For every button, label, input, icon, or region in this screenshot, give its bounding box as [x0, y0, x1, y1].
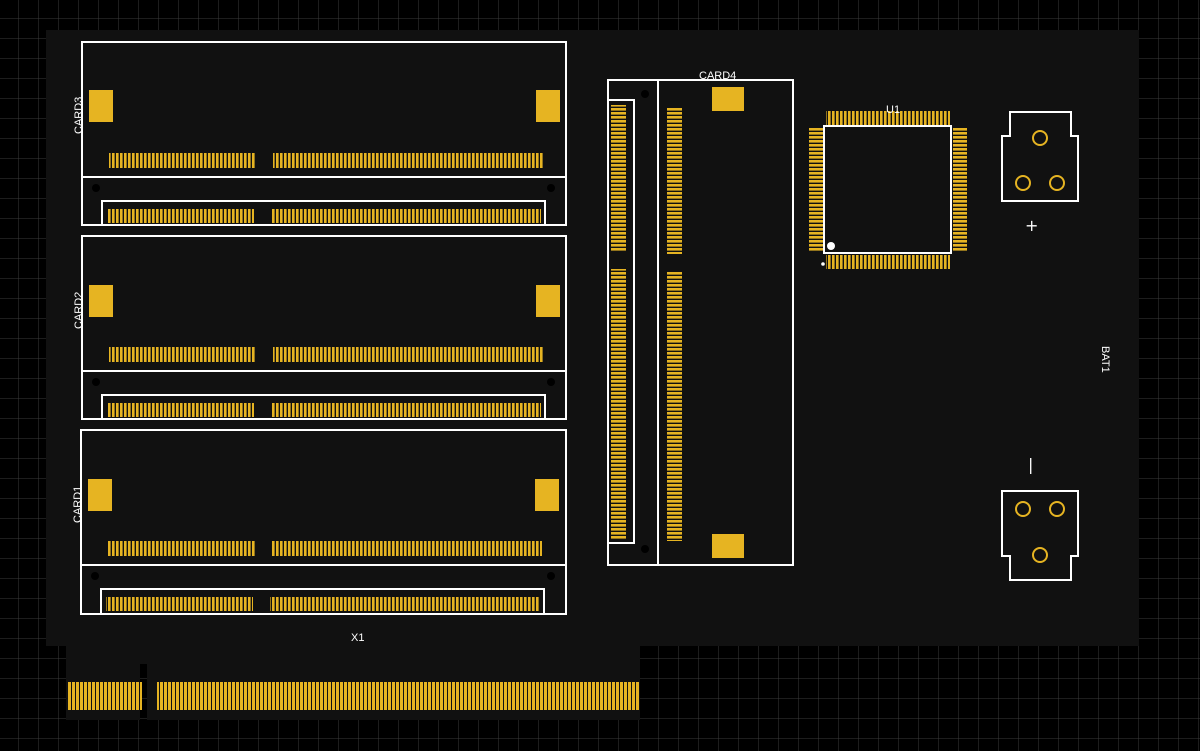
card4-mount-hole-bottom	[641, 545, 649, 553]
card2-label: CARD2	[73, 292, 85, 329]
u1-pin1-marker	[827, 242, 835, 250]
card1-pin-row-bottom-b	[270, 597, 540, 611]
u1-label: U1	[886, 104, 900, 116]
card2-pin-row-bottom-b	[271, 403, 541, 417]
card4-pin-col-left-a	[611, 105, 626, 252]
card1-pin-row-bottom-a	[106, 597, 253, 611]
u1-pins-left	[809, 128, 823, 252]
card2-mount-hole-right	[547, 378, 555, 386]
card3-pin-row-top-a	[109, 153, 256, 168]
card3-mount-hole-right	[547, 184, 555, 192]
card2-mount-hole-left	[92, 378, 100, 386]
card4-pin-col-right-b	[667, 271, 682, 541]
card3-latch-pad-left	[89, 90, 113, 122]
u1-pins-bottom	[826, 255, 950, 269]
card4-pin-col-right-a	[667, 107, 682, 254]
u1-pins-right	[953, 128, 967, 252]
card1-latch-pad-left	[88, 479, 112, 511]
card1-label: CARD1	[72, 486, 84, 523]
card1-latch-pad-right	[535, 479, 559, 511]
bat1-minus-symbol: |	[1028, 455, 1033, 474]
pcb-board	[46, 30, 1139, 720]
bat1-plus-symbol: +	[1025, 216, 1038, 235]
card4-label: CARD4	[699, 70, 736, 82]
card3-pin-row-top-b	[273, 153, 543, 168]
card3-label: CARD3	[73, 97, 85, 134]
u1-pin1-dot	[821, 262, 825, 266]
card2-pin-row-top-a	[109, 347, 256, 362]
card3-mount-hole-left	[92, 184, 100, 192]
u1-chip[interactable]: U1	[809, 104, 967, 269]
card1-mount-hole-left	[91, 572, 99, 580]
card4-pin-col-left-b	[611, 269, 626, 539]
card1-mount-hole-right	[547, 572, 555, 580]
card3-pin-row-bottom-a	[107, 209, 254, 223]
card4-latch-pad-top	[712, 87, 744, 111]
card4-latch-pad-bottom	[712, 534, 744, 558]
card2-pin-row-bottom-a	[107, 403, 254, 417]
x1-label: X1	[351, 632, 364, 644]
pcb-layout-view: CARD3 CARD2 CARD1 CARD4 U1 + | BAT1 X1	[0, 0, 1200, 751]
card1-pin-row-top-a	[108, 541, 255, 556]
x1-fingers-right	[157, 682, 639, 710]
card3-latch-pad-right	[536, 90, 560, 122]
card3-pin-row-bottom-b	[271, 209, 541, 223]
card1-pin-row-top-b	[272, 541, 542, 556]
bat1-label: BAT1	[1099, 346, 1111, 373]
card2-latch-pad-left	[89, 285, 113, 317]
card2-pin-row-top-b	[273, 347, 543, 362]
card4-mount-hole-top	[641, 90, 649, 98]
u1-body-outline	[823, 125, 952, 254]
card2-latch-pad-right	[536, 285, 560, 317]
x1-fingers-left	[68, 682, 142, 710]
